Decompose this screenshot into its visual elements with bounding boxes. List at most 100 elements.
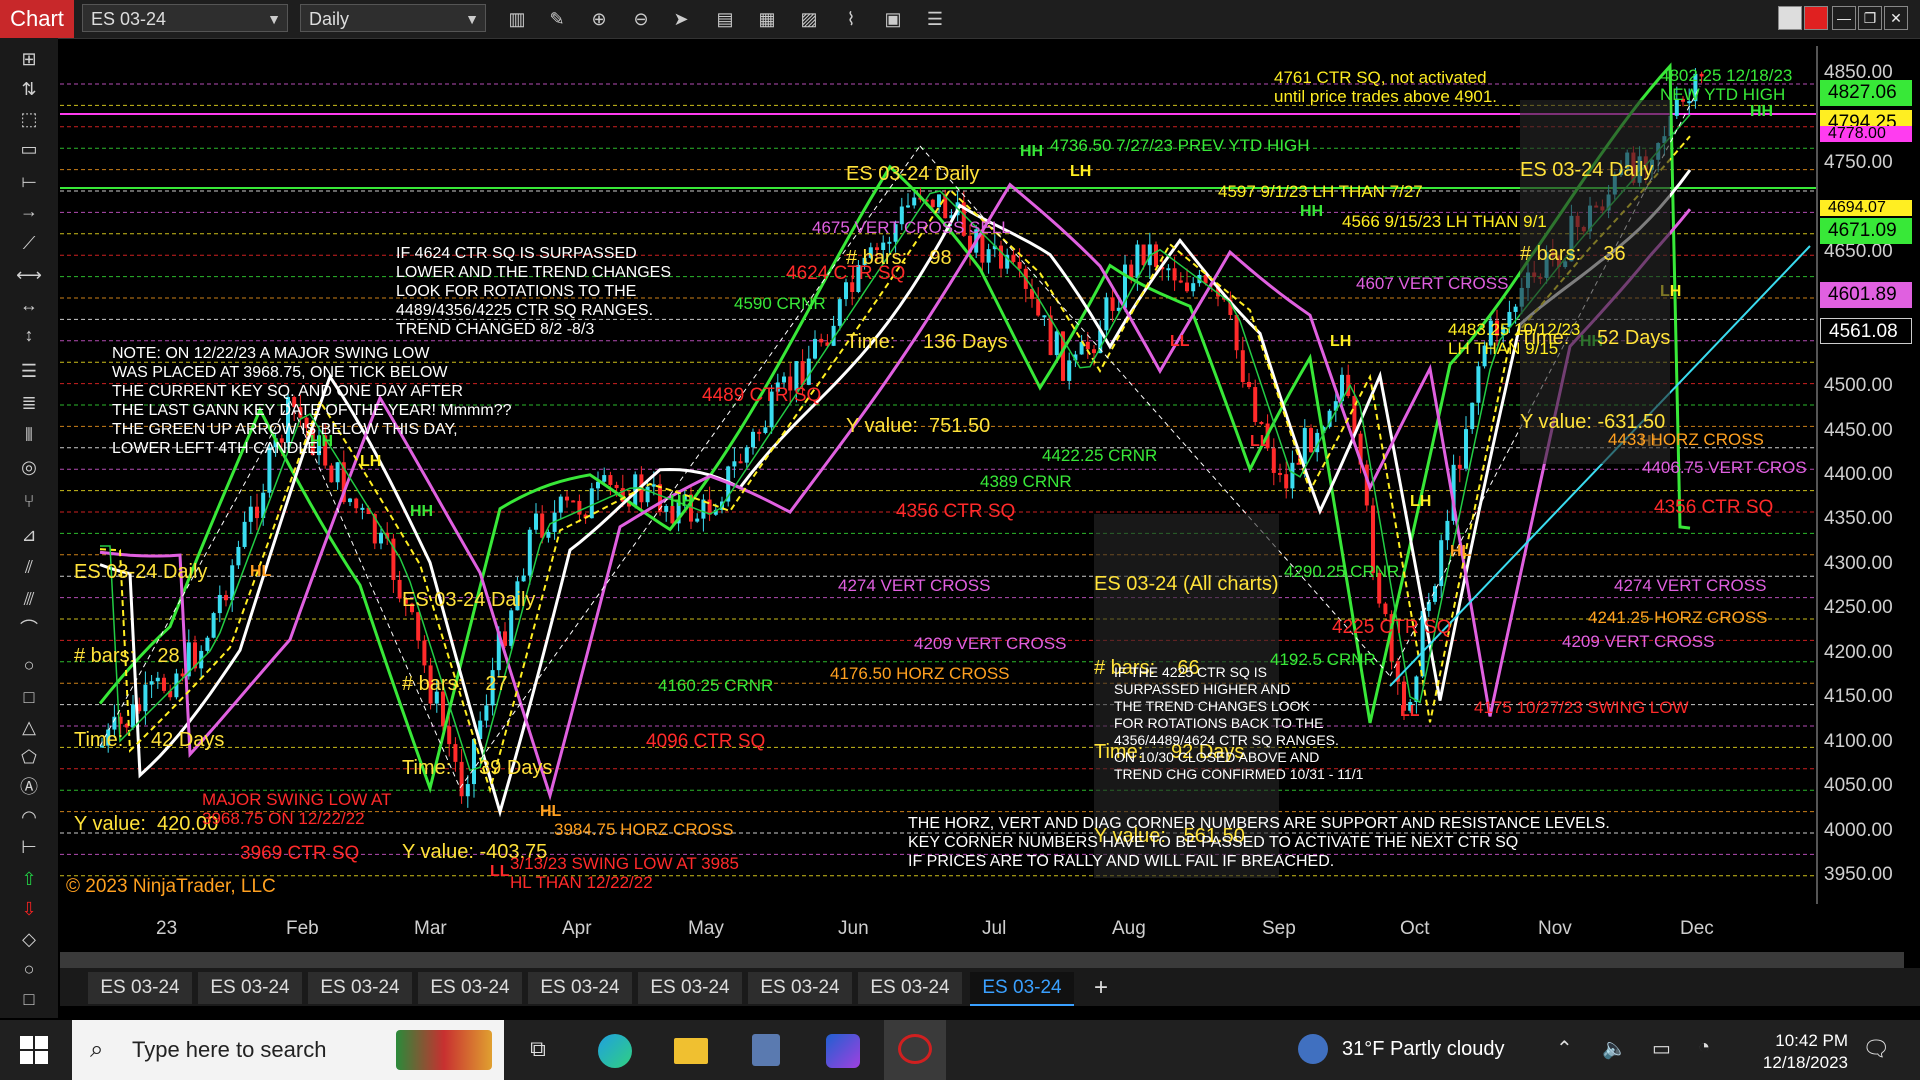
weather-text[interactable]: 31°F Partly cloudy — [1342, 1038, 1505, 1061]
measure-bars: # bars: 27 — [402, 673, 508, 695]
pencil-icon[interactable]: ✎ — [544, 6, 570, 32]
windows-start-icon[interactable] — [20, 1036, 48, 1064]
fibonacci-time-icon[interactable]: ⦀ — [14, 422, 44, 448]
link-red-icon[interactable] — [1804, 6, 1828, 30]
rectangle-region-icon[interactable]: ▭ — [14, 136, 44, 162]
arc-icon[interactable]: ⌒ — [14, 616, 44, 642]
candle-body — [1135, 244, 1140, 278]
trend-channel-icon[interactable]: ⫻ — [14, 586, 44, 612]
notification-icon[interactable]: 🗨 — [1862, 1036, 1890, 1062]
risk-reward-icon[interactable]: ⇅ — [14, 76, 44, 102]
fibonacci-extension-icon[interactable]: ≣ — [14, 390, 44, 416]
taskbar-search-box[interactable]: ⌕ Type here to search — [72, 1020, 504, 1080]
candle-body — [1191, 283, 1196, 292]
properties-icon[interactable]: ▣ — [880, 6, 906, 32]
extended-line-icon[interactable]: ⟷ — [14, 262, 44, 288]
templates-icon[interactable]: ▦ — [754, 6, 780, 32]
close-button[interactable]: ✕ — [1884, 6, 1908, 30]
edge-browser-icon[interactable] — [598, 1034, 632, 1068]
ruler-icon[interactable]: ⊞ — [14, 46, 44, 72]
tab-es-03-24[interactable]: ES 03-24 — [748, 972, 852, 1004]
tab-es-03-24[interactable]: ES 03-24 — [198, 972, 302, 1004]
instrument-selector[interactable]: ES 03-24 ▼ — [82, 4, 288, 32]
task-view-icon[interactable]: ⧉ — [524, 1036, 552, 1064]
chart-title-tab[interactable]: Chart — [0, 0, 74, 38]
indicators-icon[interactable]: ⌇ — [838, 6, 864, 32]
text-icon[interactable]: Ⓐ — [14, 774, 44, 800]
vertical-line-icon[interactable]: ↕ — [14, 322, 44, 348]
tab-es-03-24[interactable]: ES 03-24 — [88, 972, 192, 1004]
list-icon[interactable]: ☰ — [922, 6, 948, 32]
level-label: 3984.75 HORZ CROSS — [554, 820, 734, 839]
link-color-icon[interactable] — [1778, 6, 1802, 30]
candle-body — [744, 447, 749, 463]
diagonal-line-icon[interactable]: ⟋ — [14, 230, 44, 256]
andrews-pitchfork-icon[interactable]: ⑂ — [14, 488, 44, 514]
candle-body — [782, 376, 786, 383]
polygon-icon[interactable]: ⬠ — [14, 744, 44, 770]
wifi-icon[interactable]: ◔ — [1698, 1036, 1710, 1059]
ellipse-icon[interactable]: ○ — [14, 652, 44, 678]
gann-fan-icon[interactable]: ⊿ — [14, 522, 44, 548]
horizontal-line-icon[interactable]: ⊢ — [14, 834, 44, 860]
square-icon[interactable]: □ — [14, 986, 44, 1012]
x-axis-label: Mar — [414, 918, 447, 939]
x-axis-label: Sep — [1262, 918, 1296, 939]
y-axis-label: 4300.00 — [1824, 553, 1893, 574]
copilot-icon[interactable] — [826, 1034, 860, 1068]
swing-low-note: MAJOR SWING LOW AT 3968.75 ON 12/22/22 — [202, 790, 392, 828]
candle-body — [1445, 520, 1450, 541]
tab-es-03-24[interactable]: ES 03-24 — [528, 972, 632, 1004]
candle-body — [1253, 387, 1258, 422]
arrow-down-icon[interactable]: ⇩ — [14, 896, 44, 922]
rectangle-icon[interactable]: □ — [14, 684, 44, 710]
tab-es-03-24[interactable]: ES 03-24 — [858, 972, 962, 1004]
volume-icon[interactable]: 🔈 — [1602, 1036, 1627, 1061]
file-explorer-icon[interactable] — [674, 1038, 708, 1064]
arrow-up-icon[interactable]: ⇧ — [14, 866, 44, 892]
swing-marker: LH — [1070, 163, 1091, 180]
tab-es-03-24[interactable]: ES 03-24 — [308, 972, 412, 1004]
ninjatrader-taskbar-button[interactable] — [884, 1020, 946, 1080]
y-axis-label: 4050.00 — [1824, 775, 1893, 796]
gift-illustration-icon — [396, 1030, 492, 1070]
diamond-icon[interactable]: ◇ — [14, 926, 44, 952]
clock[interactable]: 10:42 PM 12/18/2023 — [1748, 1030, 1848, 1074]
add-tab-button[interactable]: + — [1086, 972, 1116, 1004]
price-tag-magenta: 4778.00 — [1820, 126, 1912, 142]
data-box-icon[interactable]: ▤ — [712, 6, 738, 32]
candle-body — [1414, 676, 1419, 703]
dot-icon[interactable]: ○ — [14, 956, 44, 982]
battery-icon[interactable]: ▭ — [1652, 1036, 1671, 1061]
calculator-icon[interactable] — [752, 1034, 780, 1066]
maximize-button[interactable]: ❐ — [1858, 6, 1882, 30]
zoom-out-icon[interactable]: ⊖ — [628, 6, 654, 32]
bar-type-icon[interactable]: ▥ — [504, 6, 530, 32]
fibonacci-retracement-icon[interactable]: ☰ — [14, 358, 44, 384]
candle-body — [1166, 268, 1171, 271]
tab-es-03-24[interactable]: ES 03-24 — [418, 972, 522, 1004]
fibonacci-circle-icon[interactable]: ◎ — [14, 454, 44, 480]
minimize-button[interactable]: — — [1832, 6, 1856, 30]
arc-tool-icon[interactable]: ◠ — [14, 804, 44, 830]
copyright: © 2023 NinjaTrader, LLC — [66, 876, 276, 897]
level-label: 4175 10/27/23 SWING LOW — [1474, 698, 1689, 717]
candle-body — [732, 461, 737, 467]
pointer-icon[interactable]: ➤ — [668, 6, 694, 32]
trend-note-2: NOTE: ON 12/22/23 A MAJOR SWING LOW WAS … — [112, 345, 512, 457]
strategies-icon[interactable]: ▨ — [796, 6, 822, 32]
ray-icon[interactable]: → — [14, 198, 44, 224]
chevron-up-icon[interactable]: ⌃ — [1556, 1036, 1573, 1061]
interval-selector[interactable]: Daily ▼ — [300, 4, 486, 32]
level-label: 4192.5 CRNR — [1270, 650, 1376, 669]
line-icon[interactable]: ⟝ — [14, 168, 44, 194]
tab-es-03-24[interactable]: ES 03-24 — [638, 972, 742, 1004]
tab-es-03-24-active[interactable]: ES 03-24 — [970, 972, 1074, 1006]
price-tag-green: 4827.06 — [1820, 80, 1912, 106]
horizontal-scrollbar[interactable] — [60, 952, 1904, 968]
triangle-icon[interactable]: △ — [14, 714, 44, 740]
region-icon[interactable]: ⬚ — [14, 106, 44, 132]
regression-channel-icon[interactable]: ⫽ — [14, 554, 44, 580]
zoom-in-icon[interactable]: ⊕ — [586, 6, 612, 32]
arrow-line-icon[interactable]: ↔ — [14, 292, 44, 318]
